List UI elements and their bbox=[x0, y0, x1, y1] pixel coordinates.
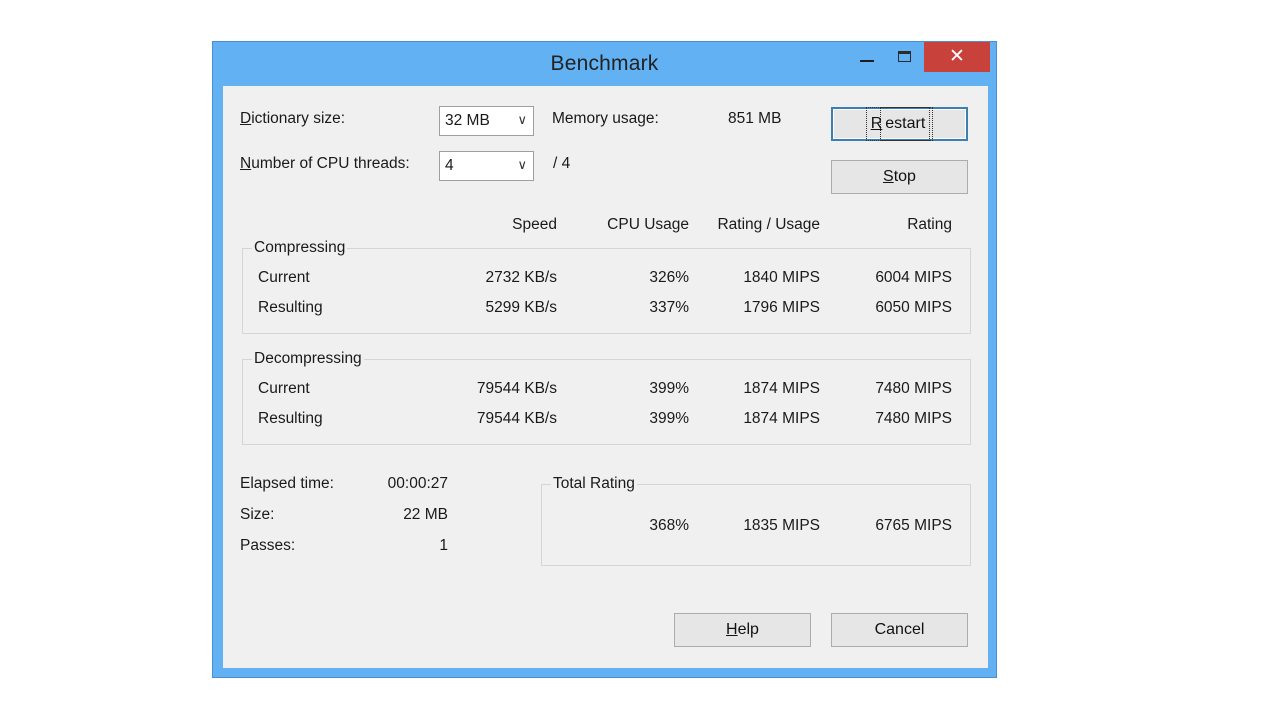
chevron-down-icon: ∨ bbox=[517, 112, 527, 127]
decompressing-resulting-rating: 7480 MIPS bbox=[875, 410, 952, 427]
decompressing-current-speed: 79544 KB/s bbox=[476, 380, 557, 397]
column-header-speed: Speed bbox=[512, 216, 557, 233]
decompressing-group bbox=[242, 359, 971, 445]
total-rating-cpu: 368% bbox=[649, 517, 689, 534]
window-title: Benchmark bbox=[550, 52, 659, 75]
dictionary-size-value: 32 MB bbox=[445, 112, 490, 129]
cpu-threads-select[interactable]: 4 ∨ bbox=[439, 151, 534, 181]
restart-button-label: Restart bbox=[865, 107, 934, 141]
size-value: 22 MB bbox=[403, 506, 448, 523]
compressing-group-title: Compressing bbox=[252, 239, 348, 257]
cpu-threads-total: / 4 bbox=[553, 155, 571, 172]
stop-button-label: Stop bbox=[883, 168, 916, 185]
help-button-label: Help bbox=[726, 621, 759, 638]
column-header-rating: Rating bbox=[907, 216, 952, 233]
memory-usage-label: Memory usage: bbox=[552, 110, 659, 127]
close-button[interactable]: ✕ bbox=[924, 42, 990, 72]
compressing-current-label: Current bbox=[258, 269, 310, 286]
cancel-button-label: Cancel bbox=[874, 621, 925, 638]
decompressing-resulting-cpu: 399% bbox=[649, 410, 689, 427]
decompressing-current-label: Current bbox=[258, 380, 310, 397]
decompressing-resulting-speed: 79544 KB/s bbox=[476, 410, 557, 427]
decompressing-group-title: Decompressing bbox=[252, 350, 364, 368]
compressing-resulting-speed: 5299 KB/s bbox=[485, 299, 557, 316]
compressing-resulting-rating: 6050 MIPS bbox=[875, 299, 952, 316]
decompressing-resulting-rating-usage: 1874 MIPS bbox=[743, 410, 820, 427]
size-label: Size: bbox=[240, 506, 275, 523]
decompressing-resulting-label: Resulting bbox=[258, 410, 323, 427]
memory-usage-value: 851 MB bbox=[728, 110, 782, 127]
elapsed-time-value: 00:00:27 bbox=[387, 475, 448, 492]
cpu-threads-label: Number of CPU threads: bbox=[240, 155, 410, 172]
dictionary-size-select[interactable]: 32 MB ∨ bbox=[439, 106, 534, 136]
decompressing-current-rating-usage: 1874 MIPS bbox=[743, 380, 820, 397]
dictionary-size-label: Dictionary size: bbox=[240, 110, 346, 127]
cancel-button[interactable]: Cancel bbox=[831, 613, 968, 647]
total-rating-usage: 1835 MIPS bbox=[743, 517, 820, 534]
chevron-down-icon: ∨ bbox=[517, 157, 527, 172]
cpu-threads-value: 4 bbox=[445, 157, 454, 174]
passes-label: Passes: bbox=[240, 537, 296, 554]
compressing-resulting-rating-usage: 1796 MIPS bbox=[743, 299, 820, 316]
compressing-group bbox=[242, 248, 971, 334]
compressing-current-rating: 6004 MIPS bbox=[875, 269, 952, 286]
decompressing-current-rating: 7480 MIPS bbox=[875, 380, 952, 397]
total-rating-title: Total Rating bbox=[551, 475, 637, 493]
dialog-client-area: Dictionary size: 32 MB ∨ Number of CPU t… bbox=[223, 86, 988, 668]
compressing-resulting-label: Resulting bbox=[258, 299, 323, 316]
elapsed-time-label: Elapsed time: bbox=[240, 475, 334, 492]
minimize-icon[interactable] bbox=[860, 60, 874, 62]
maximize-icon[interactable] bbox=[898, 51, 911, 62]
stop-button[interactable]: Stop bbox=[831, 160, 968, 194]
compressing-current-cpu: 326% bbox=[649, 269, 689, 286]
compressing-resulting-cpu: 337% bbox=[649, 299, 689, 316]
help-button[interactable]: Help bbox=[674, 613, 811, 647]
close-icon: ✕ bbox=[949, 46, 965, 67]
restart-button[interactable]: Restart bbox=[831, 107, 968, 141]
decompressing-current-cpu: 399% bbox=[649, 380, 689, 397]
compressing-current-rating-usage: 1840 MIPS bbox=[743, 269, 820, 286]
passes-value: 1 bbox=[439, 537, 448, 554]
total-rating-value: 6765 MIPS bbox=[875, 517, 952, 534]
benchmark-window: Benchmark ✕ Dictionary size: 32 MB ∨ Num… bbox=[212, 41, 997, 678]
compressing-current-speed: 2732 KB/s bbox=[485, 269, 557, 286]
column-header-rating-usage: Rating / Usage bbox=[717, 216, 820, 233]
